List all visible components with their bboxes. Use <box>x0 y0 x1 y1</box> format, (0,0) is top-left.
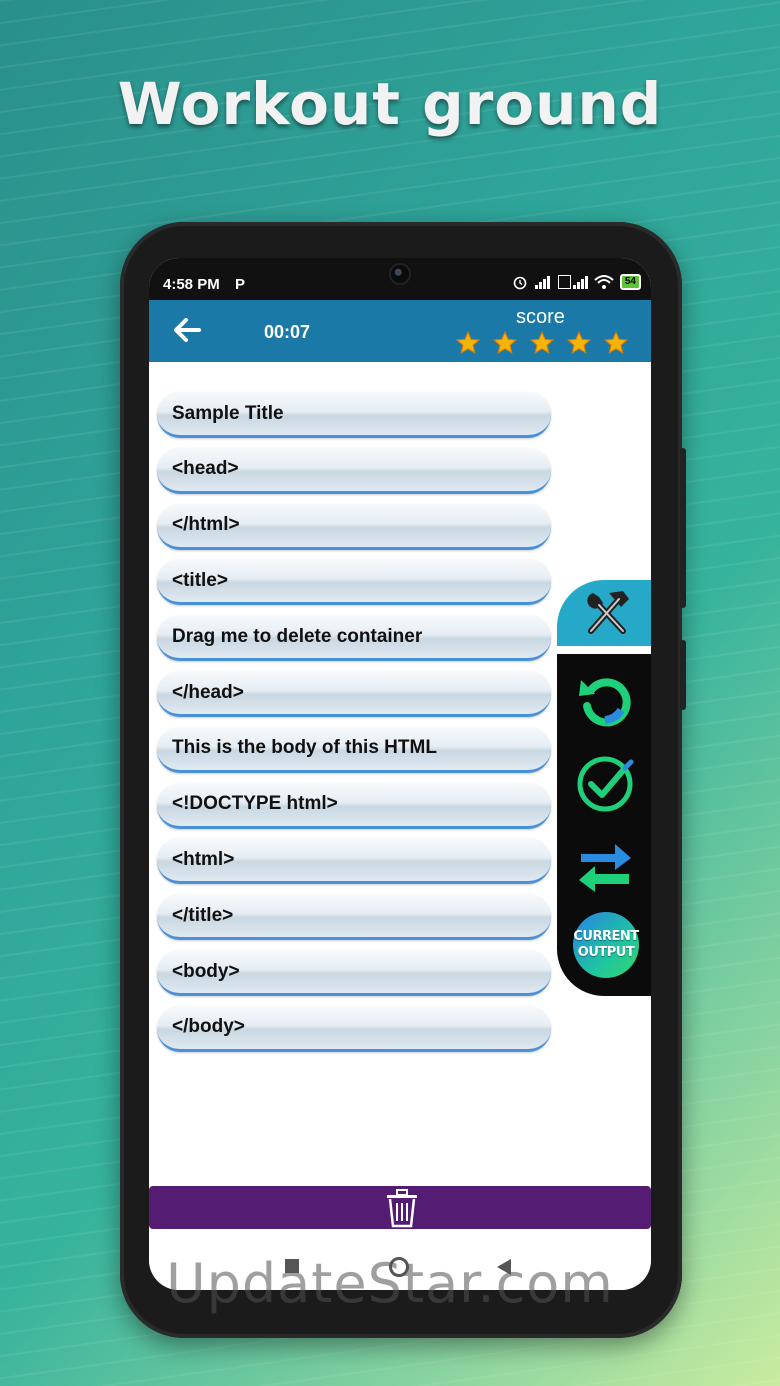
code-block[interactable]: <body> <box>157 950 551 996</box>
wifi-icon <box>594 275 614 289</box>
code-block[interactable]: Sample Title <box>157 392 551 438</box>
code-block[interactable]: </head> <box>157 671 551 717</box>
output-label-line2: OUTPUT <box>577 945 635 960</box>
trash-icon <box>387 1189 417 1228</box>
signal-icon <box>534 276 550 289</box>
swap-arrows-icon[interactable] <box>575 836 635 896</box>
tools-panel: CURRENT OUTPUT <box>557 654 651 996</box>
current-output-button[interactable]: CURRENT OUTPUT <box>573 912 639 978</box>
code-block[interactable]: <title> <box>157 559 551 606</box>
code-block[interactable]: <!DOCTYPE html> <box>157 782 551 829</box>
star-icon <box>603 330 629 354</box>
battery-icon: 54 <box>619 274 641 290</box>
watermark: UpdateStar.com <box>166 1252 614 1315</box>
star-icon <box>566 330 592 354</box>
check-icon[interactable] <box>575 754 635 814</box>
headline: Workout ground <box>117 70 663 138</box>
code-block[interactable]: <head> <box>157 447 551 494</box>
app-bar: 00:07 score <box>149 300 651 362</box>
star-icon <box>529 330 555 354</box>
code-block[interactable]: </body> <box>157 1005 551 1052</box>
power-button <box>680 448 686 608</box>
timer: 00:07 <box>264 322 311 342</box>
score-stars <box>455 330 629 356</box>
volte-signal-icon <box>557 275 588 289</box>
reset-icon[interactable] <box>575 670 635 730</box>
star-icon <box>492 330 518 354</box>
phone-screen: 4:58 PM P 54 00:07 score Sample Title <he… <box>149 258 651 1290</box>
status-bar: 4:58 PM P 54 <box>149 258 651 300</box>
code-block[interactable]: </title> <box>157 894 551 941</box>
status-icons: 54 <box>512 274 641 290</box>
volume-button <box>680 640 686 710</box>
code-block[interactable]: </html> <box>157 503 551 550</box>
arrow-left-icon[interactable] <box>169 312 205 348</box>
alarm-icon <box>513 276 527 290</box>
code-block[interactable]: <html> <box>157 838 551 885</box>
star-icon <box>455 330 481 354</box>
parking-icon: P <box>235 276 246 293</box>
code-block[interactable]: This is the body of this HTML <box>157 726 551 773</box>
camera-icon <box>389 263 411 285</box>
status-time: 4:58 PM <box>163 276 220 293</box>
code-block[interactable]: Drag me to delete container <box>157 615 551 662</box>
score-label: score <box>516 306 565 328</box>
hammer-wrench-icon <box>587 591 629 634</box>
output-label-line1: CURRENT <box>573 929 639 944</box>
trash-drop-zone[interactable] <box>149 1186 651 1229</box>
